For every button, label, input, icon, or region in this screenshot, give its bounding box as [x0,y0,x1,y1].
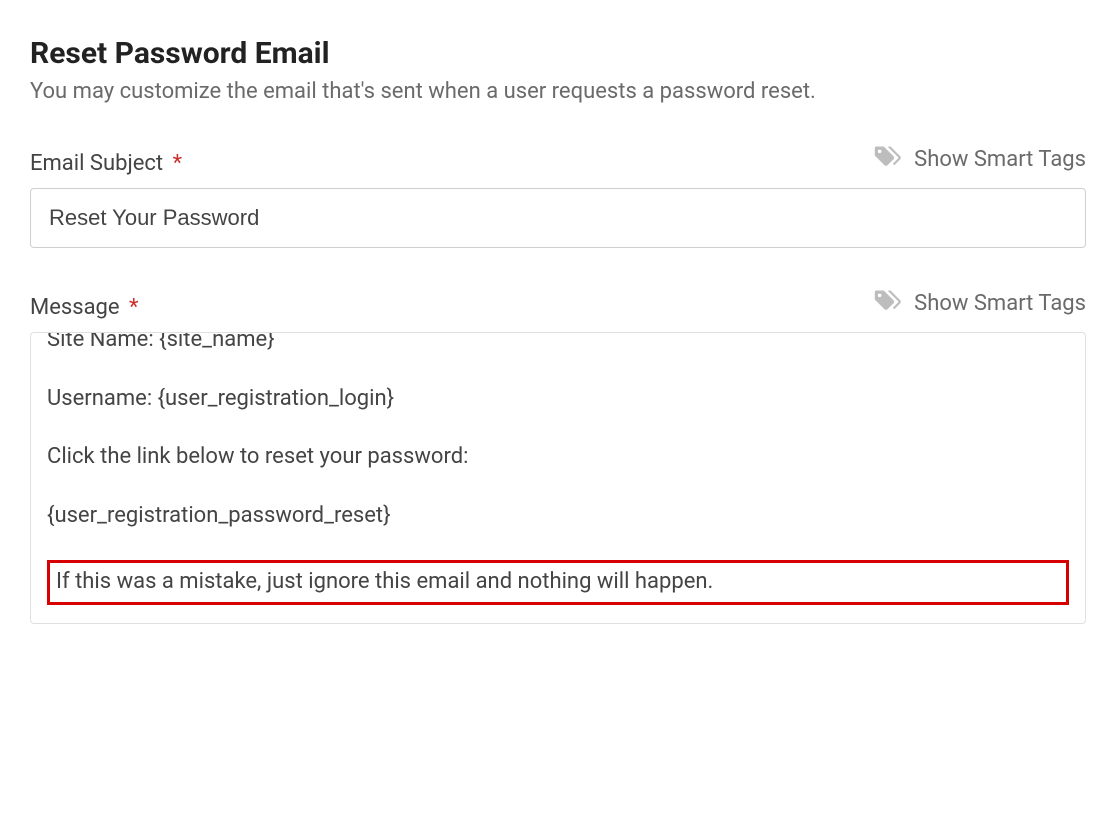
message-label: Message * [30,295,139,320]
required-marker: * [173,151,182,176]
message-textarea[interactable]: Site Name: {site_name} Username: {user_r… [30,332,1086,624]
message-line: If this was a mistake, just ignore this … [56,567,1060,598]
email-subject-row: Email Subject * Show Smart Tags [30,144,1086,176]
section-title: Reset Password Email [30,36,1086,71]
highlighted-annotation: If this was a mistake, just ignore this … [47,560,1069,605]
show-smart-tags-message[interactable]: Show Smart Tags [874,288,1086,320]
required-marker: * [129,295,138,320]
tags-icon [874,144,904,176]
show-smart-tags-label: Show Smart Tags [914,291,1086,316]
message-line: Username: {user_registration_login} [47,384,1069,415]
email-subject-input[interactable] [30,188,1086,248]
message-label-text: Message [30,295,120,320]
show-smart-tags-subject[interactable]: Show Smart Tags [874,144,1086,176]
message-line: Click the link below to reset your passw… [47,442,1069,473]
show-smart-tags-label: Show Smart Tags [914,147,1086,172]
message-row: Message * Show Smart Tags [30,288,1086,320]
email-subject-label: Email Subject * [30,151,182,176]
tags-icon [874,288,904,320]
message-line: Site Name: {site_name} [47,332,1069,356]
message-line: {user_registration_password_reset} [47,501,1069,532]
email-subject-label-text: Email Subject [30,151,163,176]
section-description: You may customize the email that's sent … [30,77,1086,108]
